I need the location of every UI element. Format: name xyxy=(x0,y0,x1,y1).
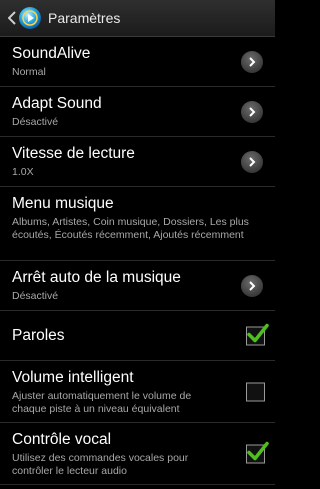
lyrics-checkbox[interactable] xyxy=(246,323,269,345)
setting-title: Volume intelligent xyxy=(12,369,134,386)
setting-voice-control[interactable]: Contrôle vocal Utilisez des commandes vo… xyxy=(0,423,275,485)
settings-list: SoundAlive Normal Adapt Sound Désactivé … xyxy=(0,37,275,485)
checkmark-icon xyxy=(247,323,269,342)
setting-value: Désactivé xyxy=(12,290,59,302)
chevron-right-icon[interactable] xyxy=(241,150,263,173)
setting-lyrics[interactable]: Paroles xyxy=(0,311,275,361)
back-button[interactable] xyxy=(2,0,16,37)
voice-control-checkbox[interactable] xyxy=(246,441,269,463)
setting-title: Menu musique xyxy=(12,195,114,212)
setting-smart-volume[interactable]: Volume intelligent Ajuster automatiqueme… xyxy=(0,361,275,423)
setting-title: Arrêt auto de la musique xyxy=(12,269,181,286)
smart-volume-checkbox[interactable] xyxy=(246,382,265,401)
chevron-right-icon[interactable] xyxy=(241,274,263,297)
checkmark-icon xyxy=(247,441,269,460)
setting-soundalive[interactable]: SoundAlive Normal xyxy=(0,37,275,87)
chevron-right-icon[interactable] xyxy=(241,50,263,73)
chevron-right-icon[interactable] xyxy=(241,100,263,123)
setting-adapt-sound[interactable]: Adapt Sound Désactivé xyxy=(0,87,275,137)
setting-value: Désactivé xyxy=(12,116,59,128)
setting-title: SoundAlive xyxy=(12,45,91,62)
setting-auto-stop[interactable]: Arrêt auto de la musique Désactivé xyxy=(0,261,275,311)
setting-playback-speed[interactable]: Vitesse de lecture 1.0X xyxy=(0,137,275,187)
music-player-icon[interactable] xyxy=(18,6,42,30)
chevron-left-icon xyxy=(8,11,16,25)
setting-title: Contrôle vocal xyxy=(12,431,112,448)
setting-title: Adapt Sound xyxy=(12,95,102,112)
setting-value: Albums, Artistes, Coin musique, Dossiers… xyxy=(12,216,249,241)
setting-title: Paroles xyxy=(12,327,65,344)
action-bar: Paramètres xyxy=(0,0,275,37)
setting-value: 1.0X xyxy=(12,166,34,178)
setting-title: Vitesse de lecture xyxy=(12,145,135,162)
setting-value: Utilisez des commandes vocales pour cont… xyxy=(12,452,189,477)
setting-value: Ajuster automatiquement le volume de cha… xyxy=(12,390,192,415)
setting-value: Normal xyxy=(12,66,46,78)
page-title: Paramètres xyxy=(48,10,121,26)
setting-music-menu[interactable]: Menu musique Albums, Artistes, Coin musi… xyxy=(0,187,275,261)
